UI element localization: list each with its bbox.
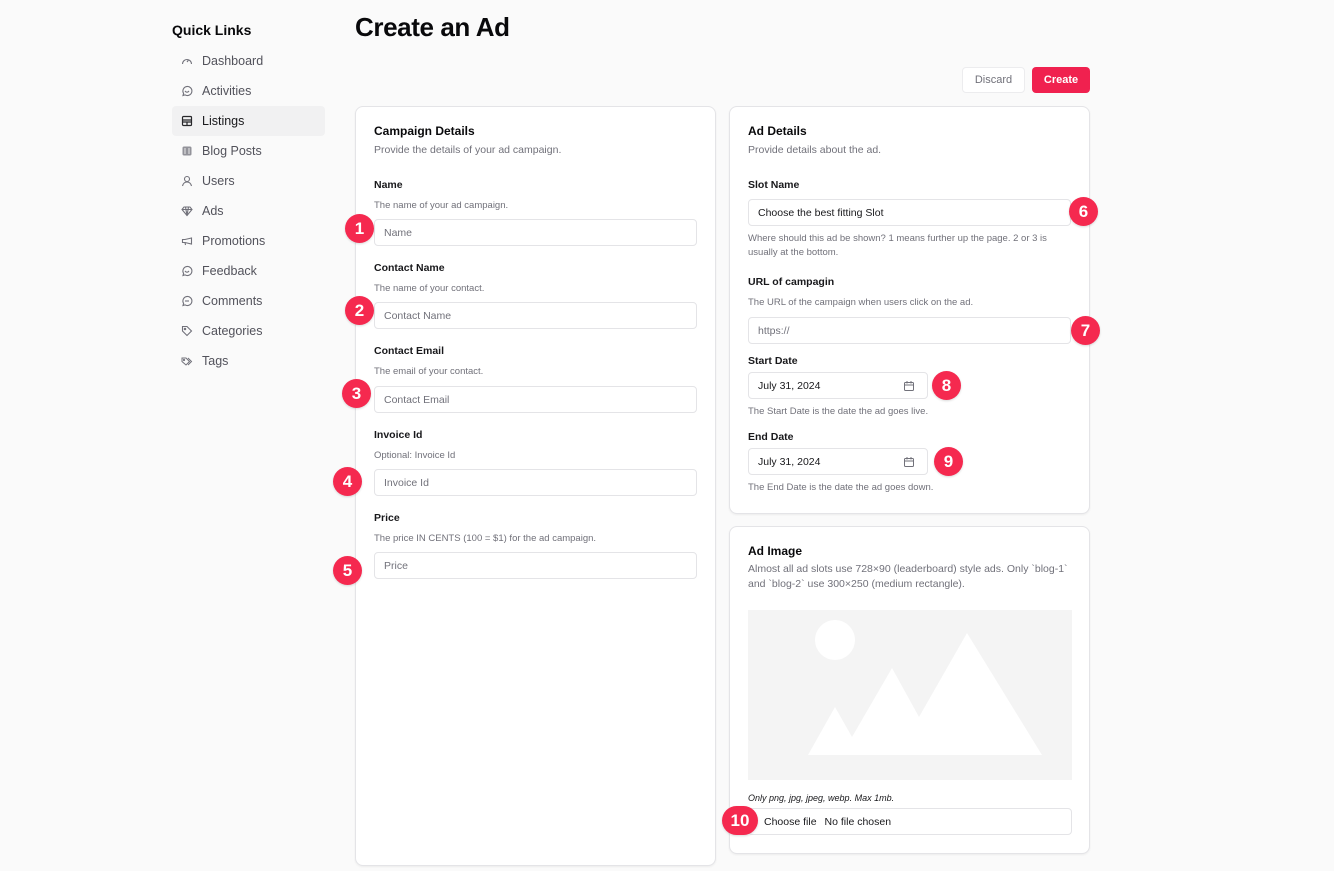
sidebar-item-label: Feedback <box>202 264 257 278</box>
sidebar-item-label: Promotions <box>202 234 266 248</box>
name-help: The name of your ad campaign. <box>374 200 509 211</box>
contact-name-label: Contact Name <box>374 262 445 274</box>
url-input[interactable] <box>748 317 1071 344</box>
start-date-label: Start Date <box>748 355 798 367</box>
url-label: URL of campagin <box>748 276 835 288</box>
start-date-value: July 31, 2024 <box>758 379 821 392</box>
annotation-badge-2: 2 <box>345 296 374 325</box>
calendar-icon <box>904 457 914 467</box>
ad-image-title: Ad Image <box>748 544 803 558</box>
sidebar-item-promotions[interactable]: Promotions <box>172 226 325 256</box>
image-placeholder-icon <box>808 620 1042 755</box>
annotation-badge-5: 5 <box>333 556 362 585</box>
campaign-details-card: Campaign Details Provide the details of … <box>355 106 716 866</box>
discard-button[interactable]: Discard <box>962 67 1025 93</box>
sidebar-item-label: Activities <box>202 84 252 98</box>
sidebar-item-label: Users <box>202 174 235 188</box>
url-help: The URL of the campaign when users click… <box>748 297 974 308</box>
contact-name-help: The name of your contact. <box>374 283 485 294</box>
tags-icon <box>181 355 193 367</box>
file-input[interactable]: Choose file No file chosen <box>748 808 1072 835</box>
sidebar-item-label: Comments <box>202 294 263 308</box>
sidebar-item-blog-posts[interactable]: Blog Posts <box>172 136 325 166</box>
price-label: Price <box>374 512 400 524</box>
sidebar-item-label: Categories <box>202 324 263 338</box>
invoice-id-input[interactable] <box>374 469 697 496</box>
ad-image-subtitle: Almost all ad slots use 728×90 (leaderbo… <box>748 563 1068 590</box>
sidebar-item-listings[interactable]: Listings <box>172 106 325 136</box>
name-label: Name <box>374 179 403 191</box>
sidebar-title: Quick Links <box>172 22 252 38</box>
annotation-badge-3: 3 <box>342 379 371 408</box>
annotation-badge-1: 1 <box>345 214 374 243</box>
name-input[interactable] <box>374 219 697 246</box>
sidebar-item-activities[interactable]: Activities <box>172 76 325 106</box>
sidebar-item-categories[interactable]: Categories <box>172 316 325 346</box>
image-placeholder <box>748 610 1072 780</box>
end-date-help: The End Date is the date the ad goes dow… <box>748 482 934 493</box>
start-date-picker[interactable]: July 31, 2024 <box>748 372 928 399</box>
ad-details-subtitle: Provide details about the ad. <box>748 144 882 156</box>
page-title: Create an Ad <box>355 12 510 42</box>
quick-links-sidebar: Quick Links Dashboard Activities Listing… <box>172 20 325 376</box>
ad-details-card: Ad Details Provide details about the ad.… <box>729 106 1090 514</box>
invoice-id-help: Optional: Invoice Id <box>374 450 456 461</box>
start-date-help: The Start Date is the date the ad goes l… <box>748 406 929 417</box>
tag-icon <box>181 325 193 337</box>
listings-icon <box>181 115 193 127</box>
choose-file-button[interactable]: Choose file <box>764 816 817 828</box>
campaign-details-title: Campaign Details <box>374 124 475 138</box>
contact-email-help: The email of your contact. <box>374 366 484 377</box>
sidebar-item-tags[interactable]: Tags <box>172 346 325 376</box>
annotation-badge-7: 7 <box>1071 316 1100 345</box>
contact-email-input[interactable] <box>374 386 697 413</box>
annotation-badge-9: 9 <box>934 447 963 476</box>
slot-name-label: Slot Name <box>748 179 800 191</box>
file-type-note: Only png, jpg, jpeg, webp. Max 1mb. <box>748 793 895 803</box>
activity-chat-icon <box>181 85 193 97</box>
end-date-value: July 31, 2024 <box>758 455 821 468</box>
sidebar-item-dashboard[interactable]: Dashboard <box>172 46 325 76</box>
ad-details-title: Ad Details <box>748 124 807 138</box>
gauge-icon <box>181 55 193 67</box>
file-status: No file chosen <box>824 815 892 828</box>
sidebar-item-ads[interactable]: Ads <box>172 196 325 226</box>
annotation-badge-4: 4 <box>333 467 362 496</box>
price-help: The price IN CENTS (100 = $1) for the ad… <box>374 533 597 544</box>
annotation-badge-10: 10 <box>722 806 758 835</box>
sidebar-item-label: Listings <box>202 114 245 128</box>
annotation-badge-6: 6 <box>1069 197 1098 226</box>
feedback-icon <box>181 265 193 277</box>
campaign-details-subtitle: Provide the details of your ad campaign. <box>374 144 562 156</box>
price-input[interactable] <box>374 552 697 579</box>
sidebar-item-label: Dashboard <box>202 54 264 68</box>
end-date-label: End Date <box>748 431 794 443</box>
megaphone-icon <box>181 235 193 247</box>
calendar-icon <box>904 381 914 391</box>
end-date-picker[interactable]: July 31, 2024 <box>748 448 928 475</box>
sidebar-item-comments[interactable]: Comments <box>172 286 325 316</box>
contact-email-label: Contact Email <box>374 345 445 357</box>
annotation-badge-8: 8 <box>932 371 961 400</box>
slot-name-select[interactable]: Choose the best fitting Slot <box>748 199 1071 226</box>
invoice-id-label: Invoice Id <box>374 429 423 441</box>
create-button[interactable]: Create <box>1032 67 1090 93</box>
slot-name-selected: Choose the best fitting Slot <box>758 206 884 219</box>
user-icon <box>181 175 193 187</box>
diamond-icon <box>181 205 193 217</box>
contact-name-input[interactable] <box>374 302 697 329</box>
sidebar-item-label: Ads <box>202 204 224 218</box>
newspaper-icon <box>181 145 193 157</box>
comment-icon <box>181 295 193 307</box>
sidebar-item-label: Blog Posts <box>202 144 262 158</box>
slot-name-help: Where should this ad be shown? 1 means f… <box>748 233 1047 258</box>
sidebar-item-feedback[interactable]: Feedback <box>172 256 325 286</box>
ad-image-card: Ad Image Almost all ad slots use 728×90 … <box>729 526 1090 854</box>
sidebar-item-users[interactable]: Users <box>172 166 325 196</box>
sidebar-item-label: Tags <box>202 354 229 368</box>
